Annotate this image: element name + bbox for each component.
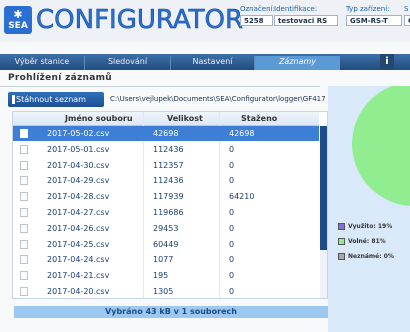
field-typ-zarizeni: Typ zařízení: GSM-RS-T — [346, 5, 402, 26]
file-icon — [20, 223, 28, 233]
column-header-name[interactable]: Jméno souboru — [65, 114, 133, 123]
field-s: S G — [404, 5, 410, 26]
column-header-downloaded[interactable]: Staženo — [241, 114, 277, 123]
file-downloaded: 64210 — [229, 192, 255, 202]
file-icon — [20, 239, 28, 249]
file-name: 2017-04-29.csv — [47, 176, 110, 186]
tab-zaznamy[interactable]: Záznamy — [254, 56, 340, 70]
file-size: 119686 — [153, 208, 184, 217]
file-icon — [20, 160, 28, 170]
file-downloaded: 0 — [229, 239, 235, 249]
pie-slice-free — [352, 86, 410, 206]
records-table: Jméno souboru Velikost Staženo 2017-05-0… — [12, 111, 328, 299]
table-row[interactable]: 2017-04-29.csv 112436 0 — [13, 173, 319, 188]
file-size: 117939 — [153, 192, 184, 202]
legend-swatch-unknown — [338, 253, 345, 260]
file-icon — [20, 176, 28, 186]
legend-free: Volné: 81% — [338, 238, 386, 245]
legend-used: Využito: 19% — [338, 223, 392, 230]
legend-unknown: Neznámé: 0% — [338, 253, 394, 260]
table-row[interactable]: 2017-04-28.csv 117939 64210 — [13, 189, 319, 204]
file-icon — [20, 129, 28, 138]
file-downloaded: 0 — [229, 287, 235, 296]
table-row[interactable]: 2017-04-30.csv 112357 0 — [13, 158, 319, 173]
table-row[interactable]: 2017-04-25.csv 60449 0 — [13, 237, 319, 252]
table-header: Jméno souboru Velikost Staženo — [13, 112, 319, 126]
main-tabs: Výběr stanice Sledování Nastavení Záznam… — [0, 54, 410, 70]
download-list-button[interactable]: Stáhnout seznam — [8, 92, 104, 107]
file-icon — [20, 287, 28, 296]
file-icon — [20, 271, 28, 281]
table-row[interactable]: 2017-04-24.csv 1077 0 — [13, 252, 319, 267]
file-name: 2017-04-24.csv — [47, 255, 110, 265]
file-size: 112357 — [153, 160, 184, 170]
file-icon — [20, 192, 28, 202]
field-identifikace: Identifikace: testovaci RS — [274, 5, 338, 26]
file-size: 1305 — [153, 287, 174, 296]
file-size: 42698 — [153, 129, 179, 138]
sea-logo: ✱ SEA — [4, 6, 32, 34]
table-row[interactable]: 2017-04-27.csv 119686 0 — [13, 205, 319, 220]
s-value: G — [404, 15, 410, 26]
file-icon — [20, 208, 28, 217]
file-name: 2017-05-02.csv — [47, 129, 110, 138]
section-title: Prohlížení záznamů — [8, 73, 112, 83]
file-downloaded: 0 — [229, 223, 235, 233]
table-row[interactable]: 2017-04-21.csv 195 0 — [13, 268, 319, 283]
tab-sledovani[interactable]: Sledování — [84, 56, 170, 70]
column-header-size[interactable]: Velikost — [167, 114, 203, 123]
table-row[interactable]: 2017-04-26.csv 29453 0 — [13, 221, 319, 236]
section-divider — [0, 86, 320, 87]
file-downloaded: 0 — [229, 160, 235, 170]
file-downloaded: 0 — [229, 144, 235, 154]
file-size: 112436 — [153, 144, 184, 154]
file-size: 112436 — [153, 176, 184, 186]
file-name: 2017-04-30.csv — [47, 160, 110, 170]
table-row[interactable]: 2017-05-01.csv 112436 0 — [13, 142, 319, 157]
logger-path: C:\Users\vejlupek\Documents\SEA\Configur… — [110, 95, 326, 103]
file-name: 2017-04-28.csv — [47, 192, 110, 202]
file-downloaded: 42698 — [229, 129, 255, 138]
scrollbar-thumb[interactable] — [320, 126, 327, 250]
file-icon — [20, 144, 28, 154]
identifikace-value: testovaci RS — [274, 15, 338, 26]
file-downloaded: 0 — [229, 255, 235, 265]
typ-zarizeni-value: GSM-RS-T — [346, 15, 402, 26]
tab-nastaveni[interactable]: Nastavení — [170, 56, 254, 70]
app-title: CONFIGURATOR — [36, 5, 244, 36]
download-icon — [12, 95, 15, 104]
file-size: 29453 — [153, 223, 179, 233]
file-name: 2017-04-26.csv — [47, 223, 110, 233]
file-size: 195 — [153, 271, 169, 281]
file-name: 2017-05-01.csv — [47, 144, 110, 154]
legend-swatch-used — [338, 223, 345, 230]
selection-summary: Vybráno 43 kB v 1 souborech — [14, 306, 328, 318]
file-downloaded: 0 — [229, 271, 235, 281]
info-button[interactable]: i — [380, 54, 394, 70]
tab-vyber-stanice[interactable]: Výběr stanice — [0, 56, 84, 70]
field-oznaceni: Označení: 5258 — [240, 5, 275, 26]
file-name: 2017-04-21.csv — [47, 271, 110, 281]
file-downloaded: 0 — [229, 208, 235, 217]
file-icon — [20, 255, 28, 265]
file-name: 2017-04-20.csv — [47, 287, 110, 296]
legend-swatch-free — [338, 238, 345, 245]
table-row[interactable]: 2017-05-02.csv 42698 42698 — [13, 126, 319, 141]
oznaceni-value: 5258 — [240, 15, 273, 26]
file-name: 2017-04-27.csv — [47, 208, 110, 217]
file-downloaded: 0 — [229, 176, 235, 186]
file-size: 60449 — [153, 239, 179, 249]
storage-panel — [328, 86, 410, 332]
app-header: ✱ SEA CONFIGURATOR Označení: 5258 Identif… — [0, 0, 410, 42]
storage-pie-chart — [352, 86, 410, 206]
table-row[interactable]: 2017-04-20.csv 1305 0 — [13, 284, 319, 298]
file-name: 2017-04-25.csv — [47, 239, 110, 249]
file-size: 1077 — [153, 255, 174, 265]
